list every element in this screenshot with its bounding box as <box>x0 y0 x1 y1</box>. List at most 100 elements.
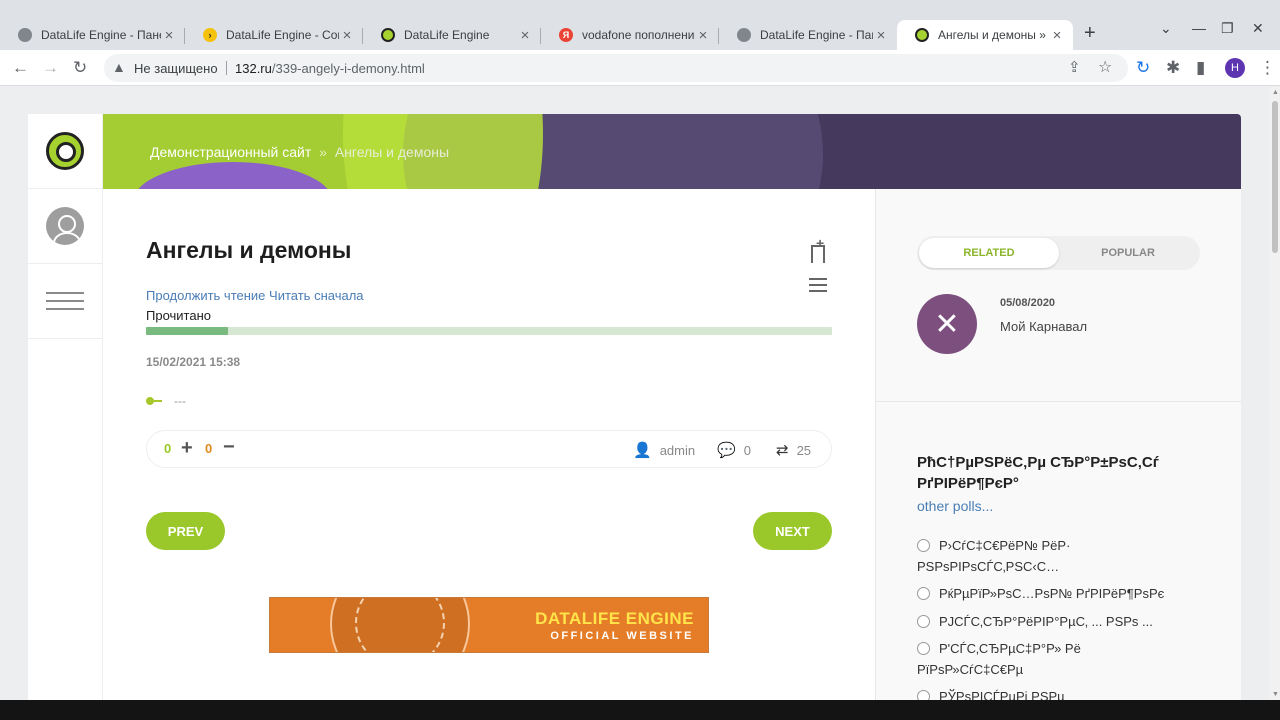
scroll-up-icon[interactable]: ▲ <box>1272 89 1279 96</box>
related-popular-switch: RELATED POPULAR <box>917 236 1200 270</box>
scrollbar-thumb[interactable] <box>1272 101 1278 253</box>
rating-minus-count: 0 <box>205 441 213 456</box>
url-text[interactable]: 132.ru/339-angely-i-demony.html <box>235 61 425 76</box>
tab-title: DataLife Engine <box>404 28 490 42</box>
reload-icon[interactable]: ↻ <box>73 58 87 78</box>
tags-value: --- <box>174 394 186 408</box>
new-tab-plus-icon[interactable]: + <box>1084 22 1096 45</box>
restore-icon[interactable]: ❐ <box>1221 20 1234 37</box>
browser-tab-3[interactable]: DataLife Engine × <box>363 20 541 50</box>
yandex-icon: Я <box>559 28 573 42</box>
globe-icon <box>737 28 751 42</box>
browser-tab-5[interactable]: DataLife Engine - Пане × <box>719 20 897 50</box>
tab-search-chevron-icon[interactable]: ⌄ <box>1160 20 1172 37</box>
browser-tab-active[interactable]: Ангелы и демоны » Da × <box>897 20 1073 50</box>
radio-button[interactable] <box>917 615 930 628</box>
next-button[interactable]: NEXT <box>753 512 832 550</box>
comments-count: 0 <box>743 442 751 458</box>
close-tab-icon[interactable]: × <box>873 27 889 44</box>
continue-reading-link[interactable]: Продолжить чтение <box>146 288 265 303</box>
site-logo[interactable] <box>28 114 102 189</box>
radio-button[interactable] <box>917 690 930 700</box>
related-item-close-icon[interactable]: ✕ <box>917 294 977 354</box>
star-bookmark-icon[interactable]: ☆ <box>1098 57 1112 77</box>
close-tab-icon[interactable]: × <box>1049 27 1065 44</box>
breadcrumb-current: Ангелы и демоны <box>334 144 450 160</box>
tab-popular[interactable]: POPULAR <box>1058 238 1198 268</box>
tab-title: DataLife Engine - Пане <box>760 28 873 42</box>
related-item-title[interactable]: Мой Карнавал <box>1000 319 1087 334</box>
profile-avatar[interactable]: H <box>1225 58 1245 78</box>
views-meta: ⇄ 25 <box>776 441 811 459</box>
ad-headline: DATALIFE ENGINE <box>535 609 694 628</box>
browser-tab-2[interactable]: › DataLife Engine - Contr × <box>185 20 363 50</box>
forward-arrow-icon[interactable]: → <box>42 58 59 78</box>
comment-icon: 💬 <box>717 442 736 459</box>
article-stats-bar: 0 + 0 − 👤 admin 💬 0 ⇄ 25 <box>146 430 832 468</box>
more-vert-icon[interactable]: ⋮ <box>1259 58 1276 78</box>
user-icon: 👤 <box>633 442 652 459</box>
right-sidebar: RELATED POPULAR ✕ 05/08/2020 Мой Карнава… <box>875 189 1242 700</box>
article-content: Ангелы и демоны + Продолжить чтение Чита… <box>103 189 875 700</box>
radio-button[interactable] <box>917 642 930 655</box>
side-panel-icon[interactable]: ▮ <box>1196 58 1205 78</box>
read-from-start-link[interactable]: Читать сначала <box>269 288 363 303</box>
repeat-views-icon: ⇄ <box>776 442 789 459</box>
play-icon: › <box>203 28 217 42</box>
tab-related[interactable]: RELATED <box>919 238 1059 268</box>
user-login-button[interactable] <box>28 189 102 264</box>
browser-tab-4[interactable]: Я vodafone пополнение × <box>541 20 719 50</box>
close-tab-icon[interactable]: × <box>161 27 177 44</box>
browser-toolbar: ← → ↻ ▲ Не защищено 132.ru/339-angely-i-… <box>0 50 1280 86</box>
dle-logo-icon <box>915 28 929 42</box>
address-bar[interactable]: ▲ Не защищено 132.ru/339-angely-i-demony… <box>104 54 1128 82</box>
add-bookmark-icon[interactable]: + <box>808 235 828 264</box>
radio-button[interactable] <box>917 539 930 552</box>
tab-title: Ангелы и демоны » Da <box>938 28 1049 42</box>
warning-triangle-icon[interactable]: ▲ <box>112 59 126 75</box>
article-menu-icon[interactable] <box>809 278 827 296</box>
close-tab-icon[interactable]: × <box>695 27 711 44</box>
share-icon[interactable]: ⇪ <box>1068 58 1081 76</box>
dle-logo-icon <box>381 28 395 42</box>
left-sidebar <box>28 114 103 700</box>
poll-option[interactable]: РќРµРїР»РѕС…РѕР№ РґРІРёР¶РѕРє <box>917 583 1187 604</box>
radio-button[interactable] <box>917 587 930 600</box>
browser-tab-1[interactable]: DataLife Engine - Пане × <box>0 20 185 50</box>
ad-subline: OFFICIAL WEBSITE <box>550 630 694 642</box>
reading-links: Продолжить чтение Читать сначала <box>146 288 364 303</box>
read-progress-bar <box>146 327 832 335</box>
read-label: Прочитано <box>146 308 211 323</box>
main-menu-button[interactable] <box>28 264 102 339</box>
vote-minus-icon[interactable]: − <box>223 436 235 459</box>
close-window-icon[interactable]: ✕ <box>1252 20 1264 37</box>
poll-option[interactable]: Р'СЃС‚СЂРµС‡Р°Р» Рё РїРѕР»СѓС‡С€Рµ <box>917 638 1187 680</box>
close-tab-icon[interactable]: × <box>339 27 355 44</box>
prev-button[interactable]: PREV <box>146 512 225 550</box>
poll-option[interactable]: Р›СѓС‡С€РёР№ РёР· РЅРѕРІРѕСЃС‚РЅС‹С… <box>917 535 1187 577</box>
other-polls-link[interactable]: other polls... <box>917 498 993 514</box>
scroll-down-icon[interactable]: ▼ <box>1272 691 1279 698</box>
security-label[interactable]: Не защищено <box>134 61 218 76</box>
author-meta[interactable]: 👤 admin <box>633 441 695 459</box>
page-scrollbar[interactable]: ▲ ▼ <box>1270 87 1280 700</box>
minimize-icon[interactable]: — <box>1192 20 1206 36</box>
article-title: Ангелы и демоны <box>146 237 352 263</box>
extension-sync-icon[interactable]: ↻ <box>1136 58 1150 78</box>
poll-option[interactable]: РЈСЃС‚СЂР°РёРІР°РµС‚ ... РЅРѕ ... <box>917 611 1187 632</box>
vote-plus-icon[interactable]: + <box>181 437 193 460</box>
close-tab-icon[interactable]: × <box>517 27 533 44</box>
breadcrumb: Демонстрационный сайт » Ангелы и демоны <box>150 144 450 160</box>
back-arrow-icon[interactable]: ← <box>12 58 29 78</box>
key-tag-icon <box>146 397 162 405</box>
tab-title: vodafone пополнение <box>582 28 695 42</box>
browser-tab-strip: DataLife Engine - Пане × › DataLife Engi… <box>0 0 1280 50</box>
article-date: 15/02/2021 15:38 <box>146 355 241 369</box>
breadcrumb-home-link[interactable]: Демонстрационный сайт <box>150 144 311 160</box>
datalife-ad-banner[interactable]: DATALIFE ENGINE OFFICIAL WEBSITE <box>269 597 709 653</box>
rating-plus-count: 0 <box>164 441 172 456</box>
comments-meta[interactable]: 💬 0 <box>717 441 751 459</box>
poll-option[interactable]: РЎРѕРІСЃРµРј РЅРµ <box>917 686 1187 700</box>
author-name[interactable]: admin <box>660 443 695 458</box>
extensions-puzzle-icon[interactable]: ✱ <box>1166 58 1180 78</box>
